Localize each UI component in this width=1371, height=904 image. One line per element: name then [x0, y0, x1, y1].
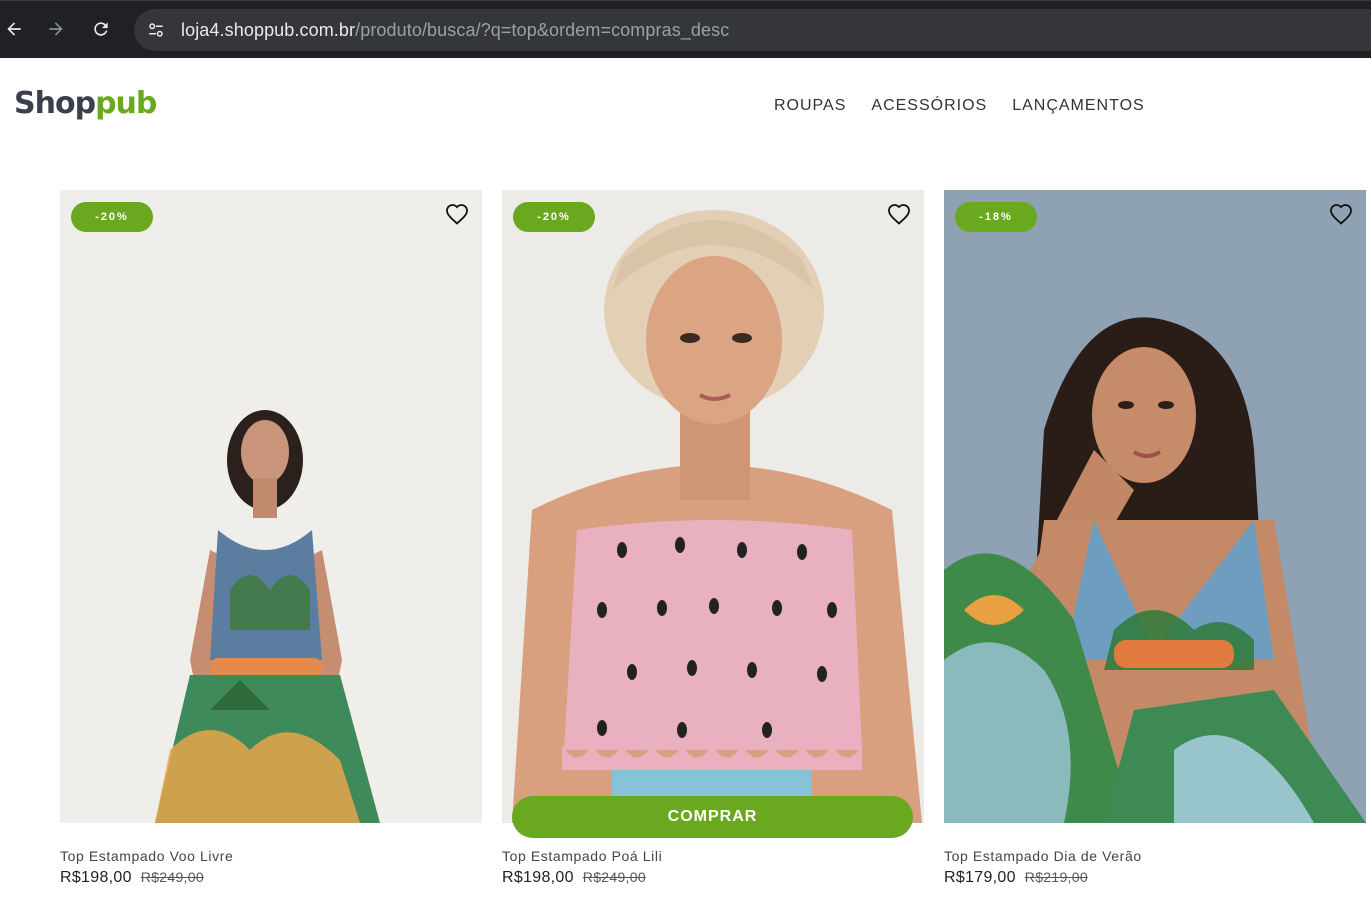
current-price: R$198,00	[502, 869, 574, 886]
url-text[interactable]: loja4.shoppub.com.br/produto/busca/?q=to…	[181, 20, 729, 41]
heart-icon[interactable]	[445, 203, 469, 227]
product-image[interactable]: -20% COMPRAR	[502, 190, 924, 838]
heart-icon[interactable]	[1329, 203, 1353, 227]
product-prices: R$198,00 R$249,00	[60, 869, 204, 887]
back-button[interactable]	[0, 15, 28, 43]
site-info-button[interactable]	[144, 18, 168, 42]
old-price: R$249,00	[140, 869, 204, 885]
browser-toolbar: loja4.shoppub.com.br/produto/busca/?q=to…	[0, 0, 1371, 58]
current-price: R$198,00	[60, 869, 132, 886]
menu-item-lancamentos[interactable]: LANÇAMENTOS	[1012, 96, 1145, 116]
main-menu: ROUPAS ACESSÓRIOS LANÇAMENTOS	[774, 96, 1170, 116]
product-prices: R$198,00 R$249,00	[502, 869, 646, 887]
product-name[interactable]: Top Estampado Dia de Verão	[944, 848, 1142, 864]
address-bar[interactable]: loja4.shoppub.com.br/produto/busca/?q=to…	[134, 9, 1371, 51]
logo-part-shop: Shop	[14, 86, 96, 121]
menu-item-acessorios[interactable]: ACESSÓRIOS	[871, 96, 987, 116]
discount-badge: -18%	[955, 202, 1037, 232]
reload-icon	[94, 22, 108, 36]
store-logo[interactable]: Shoppub	[14, 84, 157, 124]
photo-frame	[502, 190, 924, 823]
product-card[interactable]: -20% Top Estampado Voo Livre R$198,00 R$2…	[60, 190, 482, 886]
product-name[interactable]: Top Estampado Poá Lili	[502, 848, 662, 864]
arrow-left-icon	[7, 22, 21, 36]
arrow-right-icon	[49, 22, 63, 36]
product-card[interactable]: -20% COMPRAR Top Estampado Poá Lili R$19…	[502, 190, 924, 886]
product-image[interactable]: -18%	[944, 190, 1366, 823]
old-price: R$249,00	[582, 869, 646, 885]
model-photo	[944, 190, 1366, 823]
discount-badge: -20%	[513, 202, 595, 232]
url-host: loja4.shoppub.com.br	[181, 20, 356, 40]
reload-button[interactable]	[87, 15, 115, 43]
model-photo	[502, 190, 924, 823]
product-prices: R$179,00 R$219,00	[944, 869, 1088, 887]
old-price: R$219,00	[1024, 869, 1088, 885]
tune-icon	[149, 23, 163, 37]
current-price: R$179,00	[944, 869, 1016, 886]
menu-item-roupas[interactable]: ROUPAS	[774, 96, 846, 116]
product-image[interactable]: -20%	[60, 190, 482, 823]
buy-button[interactable]: COMPRAR	[512, 796, 913, 838]
heart-icon[interactable]	[887, 203, 911, 227]
forward-button[interactable]	[42, 15, 70, 43]
logo-part-pub: pub	[95, 86, 157, 121]
url-path: /produto/busca/?q=top&ordem=compras_desc	[355, 20, 730, 40]
product-card[interactable]: -18% Top Estampado Dia de Verão R$179,00…	[944, 190, 1366, 886]
product-name[interactable]: Top Estampado Voo Livre	[60, 848, 233, 864]
discount-badge: -20%	[71, 202, 153, 232]
model-photo	[60, 190, 482, 823]
